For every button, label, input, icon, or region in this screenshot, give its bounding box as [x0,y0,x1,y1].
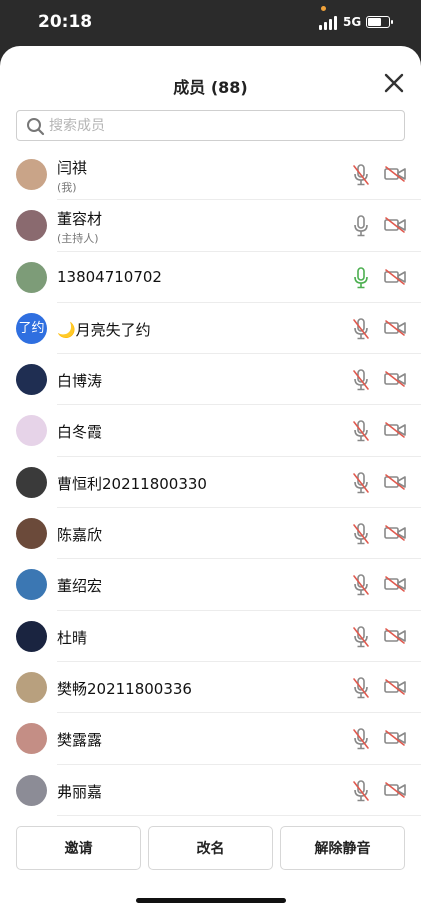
camera-off-icon[interactable] [384,729,406,747]
member-row[interactable]: 樊露露 [0,713,421,765]
camera-off-icon[interactable] [384,370,406,388]
avatar [16,671,47,703]
avatar [16,159,47,190]
member-name: 曹恒利20211800330 [57,474,207,493]
member-name: 白博涛 [57,372,103,391]
mic-muted-icon[interactable] [352,573,370,597]
signal-icon [319,16,339,30]
search-input[interactable] [49,114,389,138]
member-name: 樊畅20211800336 [57,679,192,698]
camera-off-icon[interactable] [384,678,406,696]
member-row[interactable]: 闫祺 (我) [0,149,421,201]
member-row[interactable]: 弗丽嘉 [0,765,421,817]
camera-off-icon[interactable] [384,781,406,799]
search-icon [27,118,45,136]
camera-off-icon[interactable] [384,421,406,439]
avatar [16,415,47,447]
camera-off-icon[interactable] [384,319,406,337]
avatar [16,723,47,755]
mic-muted-icon[interactable] [352,471,370,495]
battery-icon [366,16,393,28]
mic-muted-icon[interactable] [352,727,370,751]
member-row[interactable]: 曹恒利20211800330 [0,457,421,509]
search-box [16,110,405,141]
member-row[interactable]: 陈嘉欣 [0,508,421,560]
member-name: 董容材 [57,210,103,229]
avatar [16,620,47,652]
member-name: 13804710702 [57,267,162,286]
page-title: 成员 (88) [173,78,248,97]
member-row[interactable]: 白冬霞 [0,405,421,458]
invite-button[interactable]: 邀请 [16,826,141,870]
avatar [16,569,47,601]
avatar [16,364,47,396]
mic-muted-icon[interactable] [352,779,370,803]
mic-muted-icon[interactable] [352,676,370,700]
member-name: 白冬霞 [57,423,103,442]
status-time: 20:18 [38,12,93,32]
member-row[interactable]: 董绍宏 [0,559,421,611]
member-row[interactable]: 杜晴 [0,611,421,663]
avatar: 了约 [16,312,47,344]
member-row[interactable]: 董容材 (主持人) [0,200,421,252]
camera-off-icon[interactable] [384,268,406,286]
mic-muted-icon[interactable] [352,625,370,649]
camera-off-icon[interactable] [384,216,406,234]
member-name: 董绍宏 [57,577,103,596]
member-name: 陈嘉欣 [57,526,103,545]
member-role: (我) [57,181,77,194]
mic-muted-icon[interactable] [352,368,370,392]
member-name: 闫祺 [57,159,88,177]
home-indicator [136,898,286,903]
members-sheet: 成员 (88) 闫祺 (我) 董容材 (主持人) 13804710702 了约 🌙月亮失了约… [0,46,421,911]
camera-off-icon[interactable] [384,524,406,542]
member-name: 弗丽嘉 [57,782,103,801]
mic-muted-icon[interactable] [352,163,370,187]
camera-off-icon[interactable] [384,473,406,491]
member-row[interactable]: 13804710702 [0,252,421,304]
privacy-indicator-dot [321,6,326,11]
avatar [16,774,47,806]
camera-off-icon[interactable] [384,627,406,645]
member-name: 杜晴 [57,628,88,647]
member-row[interactable]: 了约 🌙月亮失了约 [0,303,421,355]
member-name: 🌙月亮失了约 [57,320,151,339]
mic-muted-icon[interactable] [352,317,370,341]
camera-off-icon[interactable] [384,575,406,593]
microphone-icon[interactable] [352,266,370,290]
member-role: (主持人) [57,232,99,246]
member-list: 闫祺 (我) 董容材 (主持人) 13804710702 了约 🌙月亮失了约 白博涛白冬霞曹恒… [0,149,421,817]
avatar [16,466,47,498]
action-bar: 邀请 改名 解除静音 [16,826,405,870]
avatar [16,261,47,293]
microphone-icon[interactable] [352,214,370,238]
close-icon[interactable] [383,72,405,94]
member-row[interactable]: 樊畅20211800336 [0,662,421,714]
rename-button[interactable]: 改名 [148,826,273,870]
member-name: 樊露露 [57,731,103,750]
status-bar: 20:18 5G [0,0,421,46]
camera-off-icon[interactable] [384,165,406,183]
mic-muted-icon[interactable] [352,419,370,443]
avatar [16,210,47,242]
avatar [16,518,47,550]
mic-muted-icon[interactable] [352,522,370,546]
unmute-all-button[interactable]: 解除静音 [280,826,405,870]
network-label: 5G [343,15,362,29]
member-row[interactable]: 白博涛 [0,354,421,406]
